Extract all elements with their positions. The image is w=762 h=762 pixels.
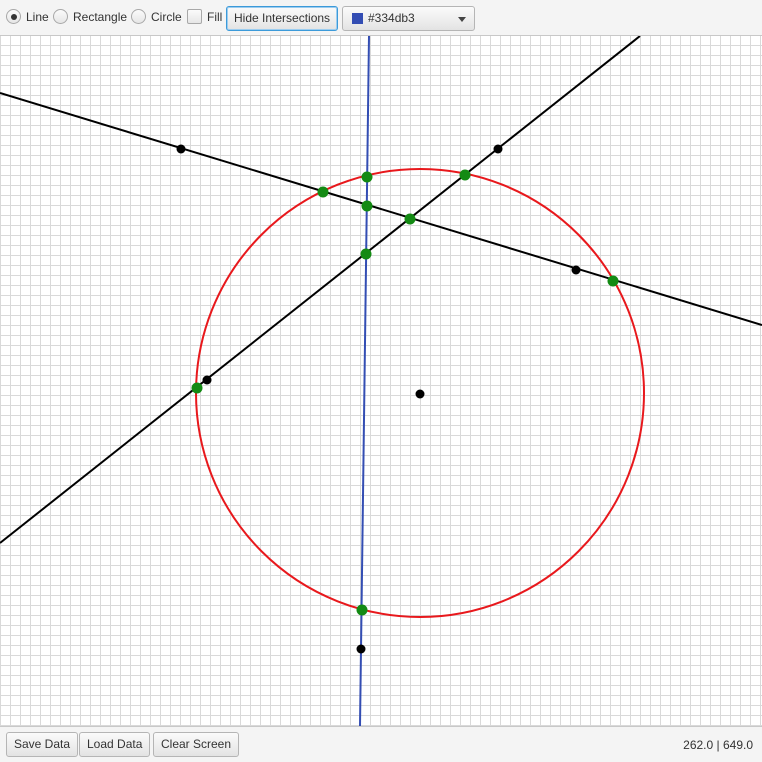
radio-line-indicator[interactable] <box>6 9 21 24</box>
intersection-point <box>361 171 373 183</box>
drawing-canvas[interactable] <box>0 36 762 726</box>
intersection-point <box>360 248 372 260</box>
chevron-down-icon[interactable] <box>458 17 466 22</box>
fill-checkbox[interactable] <box>187 9 202 24</box>
cursor-coordinates: 262.0 | 649.0 <box>683 738 753 752</box>
radio-rectangle[interactable]: Rectangle <box>53 9 127 24</box>
radio-rectangle-label: Rectangle <box>73 9 128 24</box>
fill-label: Fill <box>207 9 223 24</box>
shape-line-1[interactable] <box>0 92 762 326</box>
intersection-point <box>356 604 368 616</box>
shape-line-2[interactable] <box>0 36 641 544</box>
radio-line-label: Line <box>26 9 49 24</box>
control-point[interactable] <box>493 144 503 154</box>
control-point[interactable] <box>356 644 366 654</box>
intersection-point <box>361 200 373 212</box>
intersection-point <box>607 275 619 287</box>
color-swatch <box>352 13 363 24</box>
fill-checkbox-group[interactable]: Fill <box>187 9 222 24</box>
control-point[interactable] <box>176 144 186 154</box>
save-data-button[interactable]: Save Data <box>6 732 79 757</box>
radio-rectangle-indicator[interactable] <box>53 9 68 24</box>
intersection-point <box>317 186 329 198</box>
shape-line-3[interactable] <box>359 36 370 726</box>
control-point[interactable] <box>202 375 212 385</box>
control-point[interactable] <box>415 389 425 399</box>
color-picker[interactable]: #334db3 <box>342 6 475 31</box>
clear-screen-button[interactable]: Clear Screen <box>153 732 240 757</box>
load-data-button[interactable]: Load Data <box>79 732 151 757</box>
color-value: #334db3 <box>368 11 415 25</box>
hide-intersections-button[interactable]: Hide Intersections <box>226 6 339 31</box>
radio-circle-label: Circle <box>151 9 182 24</box>
radio-circle[interactable]: Circle <box>131 9 182 24</box>
intersection-point <box>459 169 471 181</box>
radio-line[interactable]: Line <box>6 9 49 24</box>
radio-circle-indicator[interactable] <box>131 9 146 24</box>
control-point[interactable] <box>571 265 581 275</box>
bottom-bar: Save Data Load Data Clear Screen 262.0 |… <box>0 726 762 762</box>
drawing-surface[interactable] <box>0 36 762 726</box>
toolbar: Line Rectangle Circle Fill Hide Intersec… <box>0 0 762 36</box>
intersection-point <box>191 382 203 394</box>
intersection-point <box>404 213 416 225</box>
